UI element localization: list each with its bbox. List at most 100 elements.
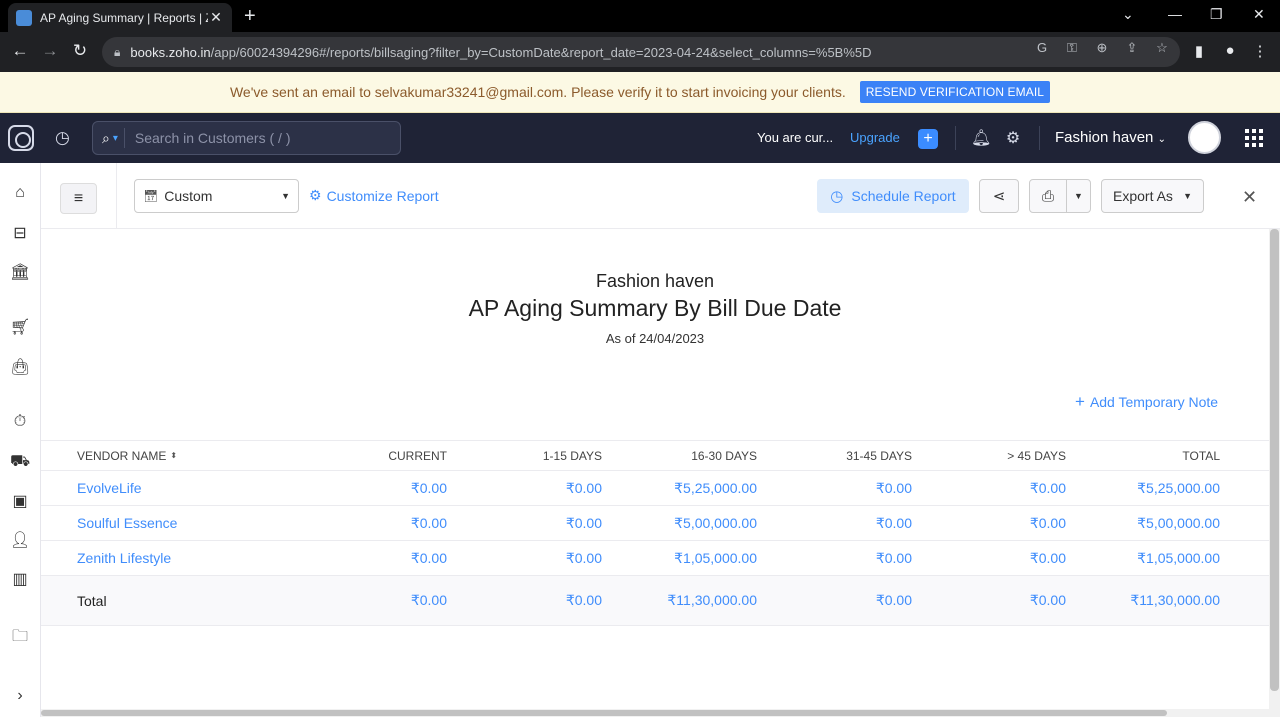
report-toolbar: ≡ 📅︎ Custom ▼ ⚙ Customize Report ◷ Sched… bbox=[41, 163, 1280, 229]
settings-gear-icon[interactable]: ⚙ bbox=[1003, 128, 1023, 148]
items-basket-icon[interactable]: ⊟ bbox=[10, 223, 30, 243]
reports-chart-icon[interactable]: ▥ bbox=[10, 569, 30, 589]
tab-search-icon[interactable]: ⌄ bbox=[1122, 6, 1134, 23]
bookmark-star-icon[interactable]: ☆ bbox=[1153, 40, 1171, 56]
total-amount[interactable]: ₹0.00 bbox=[912, 576, 1066, 625]
total-amount[interactable]: ₹11,30,000.00 bbox=[1066, 576, 1220, 625]
amount-cell[interactable]: ₹0.00 bbox=[912, 506, 1066, 540]
resend-verification-button[interactable]: RESEND VERIFICATION EMAIL bbox=[859, 81, 1051, 103]
reload-icon[interactable]: ↻ bbox=[69, 41, 91, 61]
amount-cell[interactable]: ₹5,25,000.00 bbox=[602, 471, 757, 505]
total-amount[interactable]: ₹11,30,000.00 bbox=[602, 576, 757, 625]
browser-address-bar: ← → ↻ 🔒︎ books.zoho.in/app/60024394296#/… bbox=[0, 32, 1280, 72]
expand-sidebar-chevron-icon[interactable]: › bbox=[10, 687, 30, 705]
amount-cell[interactable]: ₹0.00 bbox=[912, 541, 1066, 575]
app-header: ◷ ⌕ ▾ You are cur... Upgrade + 🔔︎ ⚙ Fash… bbox=[0, 113, 1280, 163]
add-temporary-note-link[interactable]: + Add Temporary Note bbox=[1075, 392, 1218, 412]
trial-status-text[interactable]: You are cur... bbox=[757, 130, 833, 145]
organization-switcher[interactable]: Fashion haven ⌄ bbox=[1055, 129, 1166, 146]
purchases-bag-icon[interactable]: 👜︎ bbox=[10, 357, 30, 377]
export-as-button[interactable]: Export As ▼ bbox=[1101, 179, 1204, 213]
left-navigation: ⌂ ⊟ 🏛︎ 🛒︎ 👜︎ ⏱︎ ⛟ ▣ 👤︎ ▥ 🗀 › bbox=[0, 163, 41, 717]
minimize-icon[interactable]: — bbox=[1168, 6, 1182, 22]
plus-icon: + bbox=[1075, 392, 1085, 411]
browser-menu-icon[interactable]: ⋮ bbox=[1250, 42, 1270, 60]
home-icon[interactable]: ⌂ bbox=[10, 184, 30, 202]
ewaybill-truck-icon[interactable]: ⛟ bbox=[10, 452, 30, 472]
report-body: Fashion haven AP Aging Summary By Bill D… bbox=[41, 229, 1269, 709]
documents-folder-icon[interactable]: 🗀 bbox=[10, 625, 30, 652]
recent-history-icon[interactable]: ◷ bbox=[55, 128, 70, 148]
amount-cell[interactable]: ₹0.00 bbox=[291, 506, 447, 540]
print-options-caret-icon[interactable]: ▼ bbox=[1067, 180, 1090, 212]
horizontal-scrollbar[interactable] bbox=[41, 709, 1269, 717]
table-row: Zenith Lifestyle ₹0.00 ₹0.00 ₹1,05,000.0… bbox=[41, 541, 1269, 576]
amount-cell[interactable]: ₹5,00,000.00 bbox=[602, 506, 757, 540]
amount-cell[interactable]: ₹5,25,000.00 bbox=[1066, 471, 1220, 505]
search-icon[interactable]: ⌕ bbox=[102, 130, 110, 147]
amount-cell[interactable]: ₹0.00 bbox=[447, 506, 602, 540]
table-row: Soulful Essence ₹0.00 ₹0.00 ₹5,00,000.00… bbox=[41, 506, 1269, 541]
amount-cell[interactable]: ₹0.00 bbox=[291, 541, 447, 575]
amount-cell[interactable]: ₹5,00,000.00 bbox=[1066, 506, 1220, 540]
table-header: VENDOR NAME ⬍ CURRENT 1-15 DAYS 16-30 DAY… bbox=[41, 440, 1269, 471]
total-amount[interactable]: ₹0.00 bbox=[291, 576, 447, 625]
calendar-icon: 📅︎ bbox=[143, 189, 159, 203]
amount-cell[interactable]: ₹0.00 bbox=[757, 506, 912, 540]
column-header: 31-45 DAYS bbox=[846, 448, 912, 463]
quick-create-plus-icon[interactable]: + bbox=[918, 129, 938, 149]
print-icon[interactable]: ⎙ bbox=[1030, 180, 1067, 212]
customize-report-link[interactable]: ⚙ Customize Report bbox=[309, 187, 439, 204]
tab-close-icon[interactable]: ✕ bbox=[208, 9, 224, 26]
side-panel-icon[interactable]: ▮ bbox=[1189, 42, 1209, 60]
vendor-link[interactable]: Soulful Essence bbox=[77, 506, 277, 540]
zoom-icon[interactable]: ⊕ bbox=[1093, 40, 1111, 56]
time-tracking-icon[interactable]: ⏱︎ bbox=[10, 413, 30, 431]
sales-cart-icon[interactable]: 🛒︎ bbox=[10, 317, 30, 337]
vertical-scrollbar[interactable] bbox=[1269, 229, 1280, 717]
vendor-link[interactable]: Zenith Lifestyle bbox=[77, 541, 277, 575]
notifications-bell-icon[interactable]: 🔔︎ bbox=[971, 128, 991, 148]
share-button[interactable]: ⋖ bbox=[979, 179, 1019, 213]
browser-tab[interactable]: AP Aging Summary | Reports | Zo ✕ bbox=[8, 3, 232, 32]
schedule-report-button[interactable]: ◷ Schedule Report bbox=[817, 179, 969, 213]
amount-cell[interactable]: ₹1,05,000.00 bbox=[602, 541, 757, 575]
column-header-vendor[interactable]: VENDOR NAME ⬍ bbox=[77, 441, 277, 470]
amount-cell[interactable]: ₹0.00 bbox=[447, 541, 602, 575]
amount-cell[interactable]: ₹0.00 bbox=[447, 471, 602, 505]
amount-cell[interactable]: ₹1,05,000.00 bbox=[1066, 541, 1220, 575]
gst-filing-icon[interactable]: ▣ bbox=[10, 491, 30, 511]
google-icon[interactable]: G bbox=[1033, 40, 1051, 55]
url-bar[interactable]: 🔒︎ books.zoho.in/app/60024394296#/report… bbox=[102, 37, 1180, 67]
key-icon[interactable]: ⚿ bbox=[1063, 40, 1081, 56]
zoho-favicon-icon bbox=[16, 9, 32, 26]
user-avatar[interactable] bbox=[1188, 121, 1221, 154]
profile-icon[interactable]: ● bbox=[1220, 42, 1240, 59]
verification-banner: We've sent an email to selvakumar33241@g… bbox=[0, 72, 1280, 113]
restore-icon[interactable]: ❐ bbox=[1210, 6, 1223, 23]
total-amount[interactable]: ₹0.00 bbox=[757, 576, 912, 625]
app-launcher-grid-icon[interactable] bbox=[1245, 129, 1263, 147]
report-org-name: Fashion haven bbox=[595, 271, 715, 291]
search-scope-chevron-down-icon[interactable]: ▾ bbox=[113, 133, 118, 144]
url-text: books.zoho.in/app/60024394296#/reports/b… bbox=[130, 44, 872, 60]
total-amount[interactable]: ₹0.00 bbox=[447, 576, 602, 625]
share-page-icon[interactable]: ⇪ bbox=[1123, 40, 1141, 56]
date-range-select[interactable]: 📅︎ Custom ▼ bbox=[134, 179, 299, 213]
vendor-link[interactable]: EvolveLife bbox=[77, 471, 277, 505]
window-close-icon[interactable]: ✕ bbox=[1253, 6, 1265, 23]
accountant-icon[interactable]: 👤︎ bbox=[10, 530, 30, 550]
upgrade-link[interactable]: Upgrade bbox=[850, 130, 900, 145]
back-icon[interactable]: ← bbox=[9, 41, 31, 61]
forward-icon[interactable]: → bbox=[39, 41, 61, 61]
search-input[interactable] bbox=[134, 130, 375, 146]
banking-icon[interactable]: 🏛︎ bbox=[10, 262, 30, 282]
close-report-icon[interactable]: ✕ bbox=[1242, 187, 1257, 208]
amount-cell[interactable]: ₹0.00 bbox=[757, 541, 912, 575]
amount-cell[interactable]: ₹0.00 bbox=[291, 471, 447, 505]
zoho-books-logo-icon[interactable] bbox=[8, 125, 34, 151]
amount-cell[interactable]: ₹0.00 bbox=[912, 471, 1066, 505]
reports-menu-button[interactable]: ≡ bbox=[60, 183, 97, 214]
amount-cell[interactable]: ₹0.00 bbox=[757, 471, 912, 505]
new-tab-button[interactable]: + bbox=[244, 5, 256, 28]
